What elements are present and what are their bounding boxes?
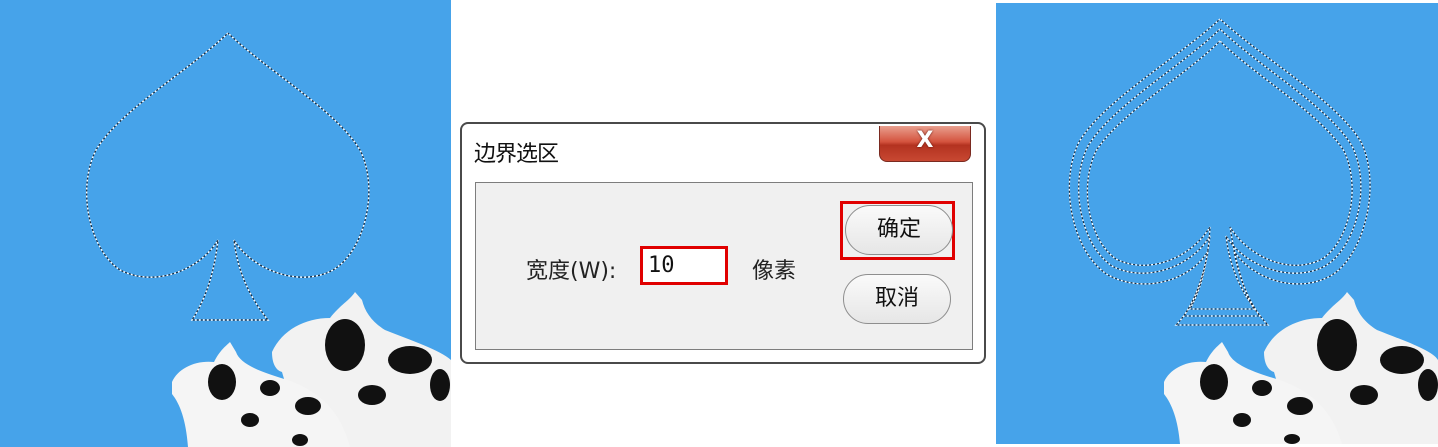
width-label: 宽度(W): <box>526 259 617 284</box>
unit-label: 像素 <box>752 259 797 284</box>
cow-statues-right <box>1164 292 1438 444</box>
ok-button[interactable]: 确定 <box>845 205 953 255</box>
width-input-highlight <box>640 246 728 285</box>
spade-selection-outline <box>85 32 370 321</box>
canvas-after <box>996 3 1438 444</box>
cow-statues <box>172 292 451 447</box>
canvas-after-art <box>1068 18 1438 444</box>
cancel-button[interactable]: 取消 <box>843 274 951 324</box>
close-button[interactable]: X <box>879 126 971 162</box>
spade-border-selection <box>1068 18 1371 326</box>
canvas-before <box>0 0 451 447</box>
canvas-before-art <box>85 32 451 447</box>
dialog-title: 边界选区 <box>474 142 559 167</box>
close-icon: X <box>916 128 934 153</box>
dialog-content: 宽度(W): 像素 确定 取消 <box>475 182 973 350</box>
border-selection-dialog: 边界选区 X 宽度(W): 像素 确定 取消 <box>460 122 986 364</box>
width-input[interactable] <box>645 251 723 280</box>
ok-button-highlight: 确定 <box>840 201 955 260</box>
